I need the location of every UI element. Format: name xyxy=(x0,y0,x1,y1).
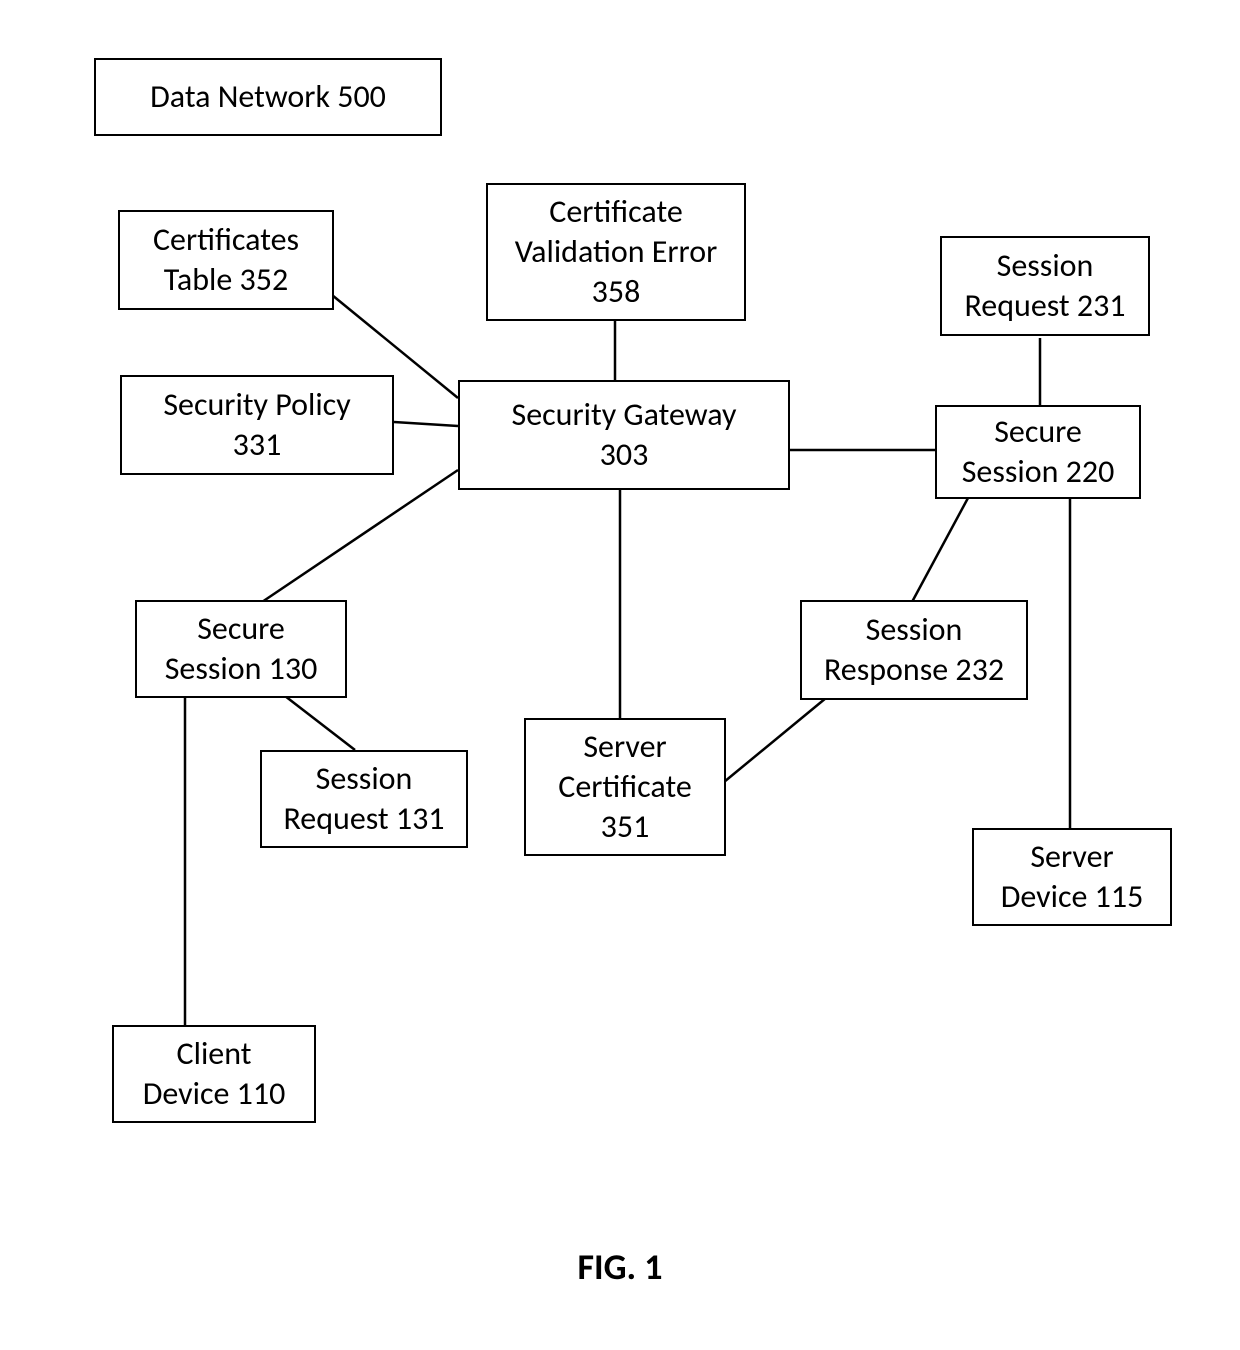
label-line1: Certificate xyxy=(549,192,683,232)
label-line3: 358 xyxy=(592,272,641,312)
label-line1: Session xyxy=(866,610,963,650)
label-line1: Secure xyxy=(197,609,285,649)
label-line1: Session xyxy=(997,246,1094,286)
label-line2: Table 352 xyxy=(164,260,288,300)
node-server-device: Server Device 115 xyxy=(972,828,1172,926)
label-line1: Server xyxy=(583,727,666,767)
node-secure-session-130: Secure Session 130 xyxy=(135,600,347,698)
node-server-certificate: Server Certificate 351 xyxy=(524,718,726,856)
node-secure-session-220: Secure Session 220 xyxy=(935,405,1141,499)
node-session-response-232: Session Response 232 xyxy=(800,600,1028,700)
label-line2: Session 130 xyxy=(165,649,318,689)
label-line1: Client xyxy=(177,1034,252,1074)
node-data-network: Data Network 500 xyxy=(94,58,442,136)
node-certificates-table: Certificates Table 352 xyxy=(118,210,334,310)
node-client-device: Client Device 110 xyxy=(112,1025,316,1123)
node-session-request-131: Session Request 131 xyxy=(260,750,468,848)
node-security-policy: Security Policy 331 xyxy=(120,375,394,475)
figure-caption: FIG. 1 xyxy=(0,1245,1240,1289)
label-line2: 331 xyxy=(233,425,282,465)
label-line2: Certificate xyxy=(558,767,692,807)
label-line2: Device 110 xyxy=(143,1074,286,1114)
node-session-request-231: Session Request 231 xyxy=(940,236,1150,336)
caption-text: FIG. 1 xyxy=(577,1245,662,1289)
label-line2: Request 231 xyxy=(964,286,1125,326)
label-line1: Security Policy xyxy=(163,385,350,425)
label-line1: Certificates xyxy=(153,220,299,260)
node-cert-validation-error: Certificate Validation Error 358 xyxy=(486,183,746,321)
label-line2: 303 xyxy=(600,435,649,475)
label-line3: 351 xyxy=(601,807,650,847)
label-line1: Secure xyxy=(994,412,1082,452)
label-line2: Validation Error xyxy=(515,232,717,272)
label-line1: Server xyxy=(1030,837,1113,877)
label: Data Network 500 xyxy=(150,77,386,117)
label-line2: Response 232 xyxy=(824,650,1004,690)
node-security-gateway: Security Gateway 303 xyxy=(458,380,790,490)
label-line1: Security Gateway xyxy=(512,395,737,435)
label-line2: Session 220 xyxy=(962,452,1115,492)
label-line2: Request 131 xyxy=(283,799,444,839)
label-line1: Session xyxy=(316,759,413,799)
label-line2: Device 115 xyxy=(1001,877,1144,917)
